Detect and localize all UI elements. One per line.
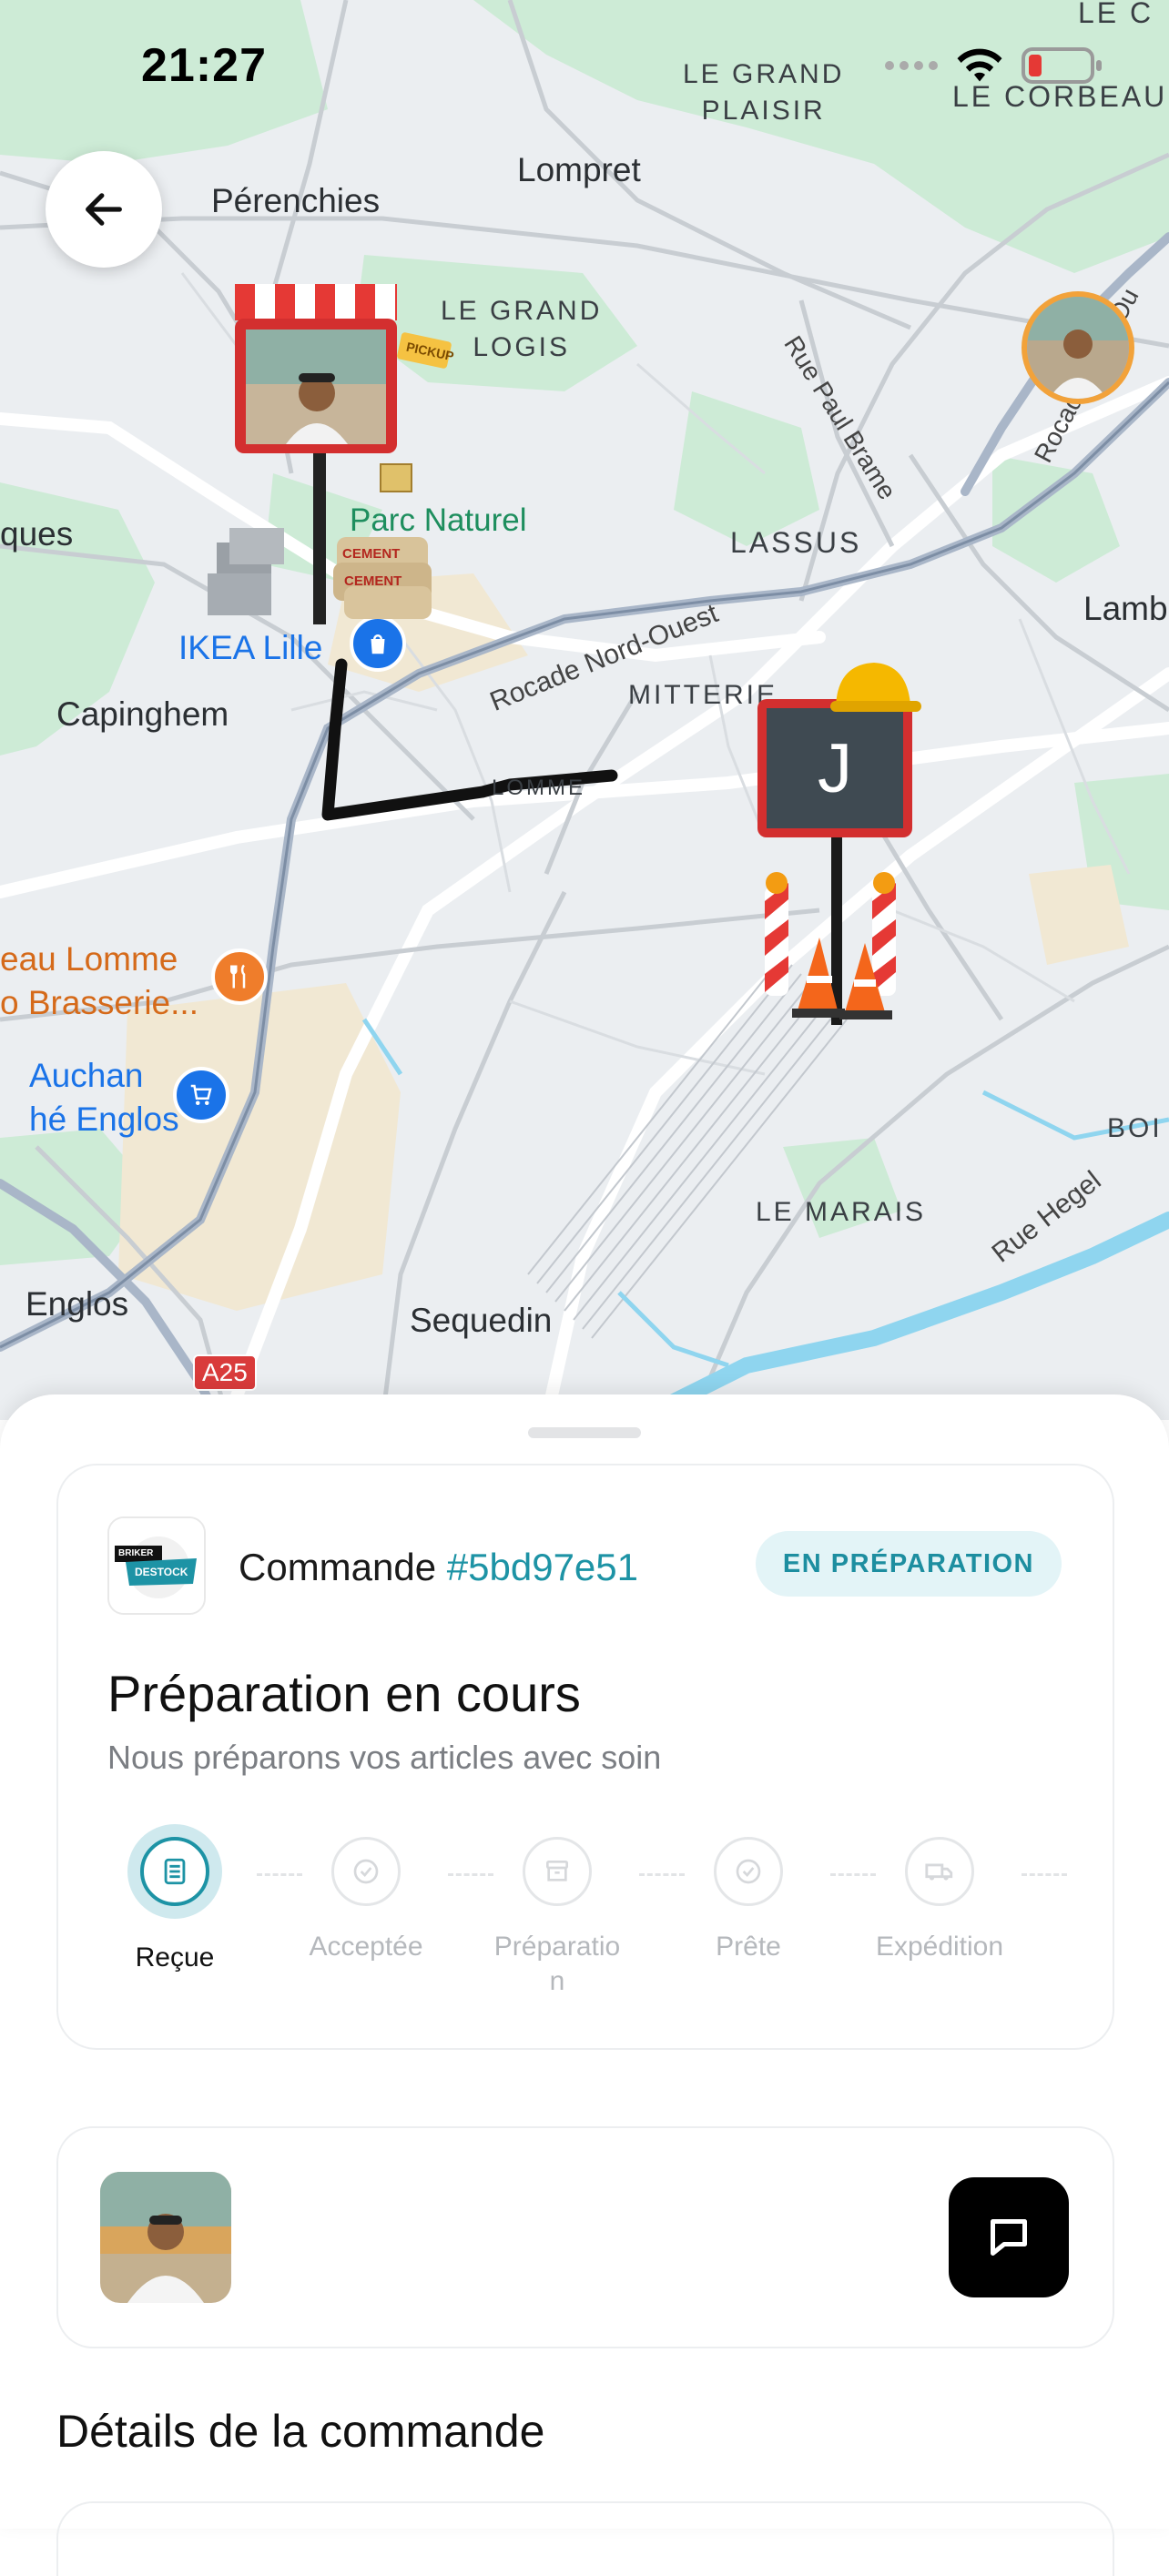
worksite-marker[interactable]: J [743,655,934,1038]
map-view[interactable]: LE GRAND PLAISIR LE CORBEAU LE C Lompret… [0,0,1169,1420]
step-expedition: Expédition [849,1837,1031,1964]
order-title: Commande #5bd97e51 [239,1546,638,1589]
driver-photo-icon [100,2172,231,2303]
order-number[interactable]: #5bd97e51 [447,1546,638,1588]
receipt-icon [164,1858,186,1885]
order-title-prefix: Commande [239,1546,437,1588]
map-label-lompret: Lompret [517,151,641,188]
driver-location-avatar[interactable] [1022,291,1134,404]
driver-avatar [100,2172,231,2303]
map-label-le-marais: LE MARAIS [756,1197,927,1227]
step-expedition-label: Expédition [875,1932,1004,1962]
road-shield-a25: A25 [193,1354,257,1391]
step-acceptee-indicator [331,1837,401,1906]
order-bottom-sheet[interactable]: BRIKER DESTOCK Commande #5bd97e51 EN PRÉ… [0,1394,1169,2576]
map-label-le-grand-plaisir: LE GRAND PLAISIR [683,59,845,126]
store-marker[interactable]: PICKUP CEMENT CEMENT [208,282,455,628]
step-acceptee: Acceptée [275,1837,457,1964]
map-label-sequedin: Sequedin [410,1302,553,1339]
driver-card[interactable] [56,2126,1114,2348]
map-label-lamb: Lamb [1083,590,1168,627]
step-preparation: Préparatio n [466,1837,648,1999]
map-label-auchan: Auchan hé Englos [29,1057,179,1138]
step-preparation-label: Préparatio n [493,1932,621,1996]
chat-icon [991,2219,1027,2256]
order-details-card [56,2501,1114,2576]
step-connector [1022,1873,1067,1876]
map-label-capinghem: Capinghem [56,695,229,733]
archive-box-icon [546,1860,568,1881]
check-circle-icon [736,1859,761,1884]
map-label-le-grand-logis: LE GRAND LOGIS [441,296,603,362]
arrow-left-icon [86,193,122,226]
order-status-card: BRIKER DESTOCK Commande #5bd97e51 EN PRÉ… [56,1464,1114,2050]
step-recue-indicator [127,1824,222,1919]
step-recue-label: Reçue [135,1942,215,1973]
map-label-brasserie: eau Lomme o Brasserie... [0,940,198,1021]
shopping-cart-icon[interactable] [173,1067,229,1123]
wifi-icon [957,48,1002,82]
signal-dots-icon [885,61,938,70]
truck-icon [925,1863,953,1881]
worksite-initial: J [818,729,852,807]
store-logo: BRIKER DESTOCK [107,1516,206,1615]
check-circle-icon [353,1859,379,1884]
step-preparation-indicator [523,1837,592,1906]
map-label-lassus: LASSUS [730,526,862,559]
map-label-englos: Englos [25,1285,129,1323]
store-logo-line1: BRIKER [118,1548,154,1558]
map-label-ikea: IKEA Lille [178,629,323,666]
status-bar-icons [885,46,1105,86]
sheet-drag-handle[interactable] [528,1427,641,1438]
status-badge: EN PRÉPARATION [755,1531,1062,1597]
step-prete-indicator [714,1837,783,1906]
step-recue: Reçue [84,1824,266,1975]
stage-subtitle: Nous préparons vos articles avec soin [107,1739,662,1776]
step-prete-label: Prête [716,1932,781,1962]
step-expedition-indicator [905,1837,974,1906]
status-bar-time: 21:27 [141,39,267,92]
store-logo-line2: DESTOCK [135,1566,188,1578]
driver-photo-icon [1027,297,1129,399]
cement-label-2: CEMENT [344,573,402,589]
chat-button[interactable] [949,2177,1069,2297]
step-prete: Prête [657,1837,839,1964]
cement-label-1: CEMENT [342,546,401,562]
battery-low-icon [1022,47,1102,84]
map-label-ques: ques [0,515,74,553]
map-label-le-c: LE C [1078,0,1154,29]
order-details-heading: Détails de la commande [56,2406,545,2457]
restaurant-icon[interactable] [211,948,268,1005]
back-button[interactable] [46,151,162,268]
step-acceptee-label: Acceptée [309,1932,423,1962]
map-label-lomme: LOMME [492,776,586,800]
map-label-perenchies: Pérenchies [211,182,381,219]
map-label-boi: BOI [1107,1113,1163,1143]
stage-title: Préparation en cours [107,1665,581,1722]
store-icon [208,284,452,624]
